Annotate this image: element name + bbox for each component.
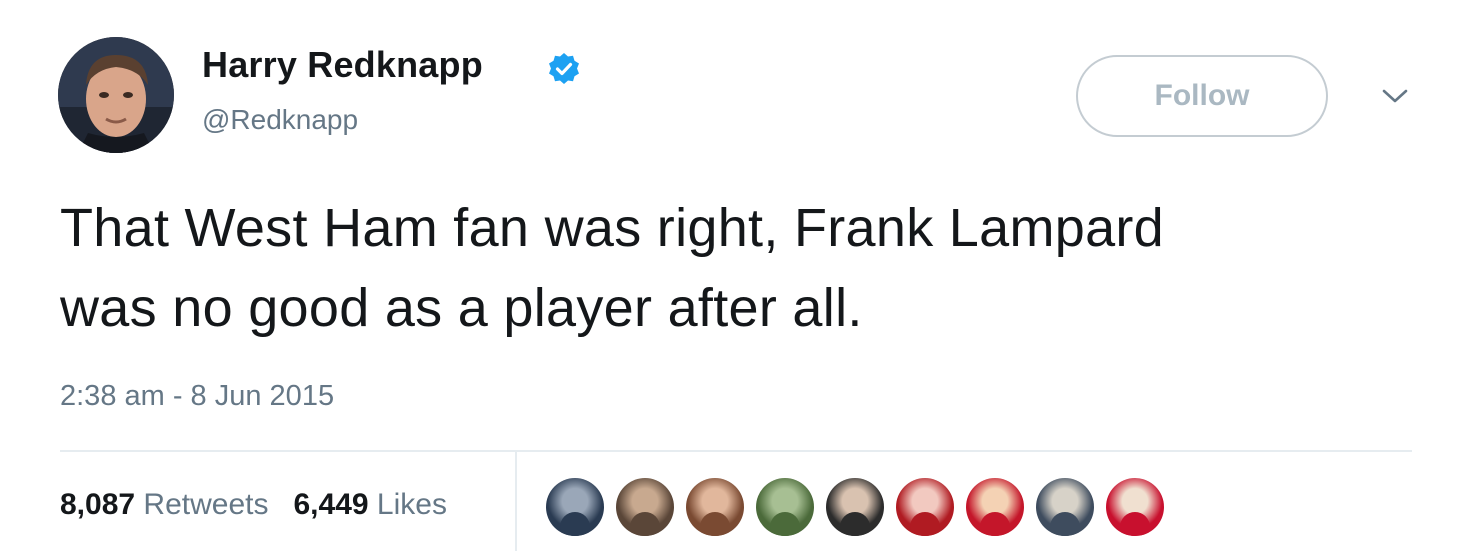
liker-avatar-shoulders (560, 512, 590, 536)
liker-avatar-shoulders (700, 512, 730, 536)
author-avatar[interactable] (58, 37, 174, 153)
liker-avatar-shoulders (1120, 512, 1150, 536)
liker-avatar-1[interactable] (546, 478, 604, 536)
divider (60, 450, 1412, 452)
follow-button[interactable]: Follow (1076, 55, 1328, 137)
retweets-stat[interactable]: 8,087 Retweets (60, 488, 277, 521)
liker-avatar-shoulders (1050, 512, 1080, 536)
tweet-text-line: was no good as a player after all. (60, 278, 863, 338)
chevron-down-icon[interactable] (1380, 84, 1410, 108)
liker-avatar-shoulders (840, 512, 870, 536)
liker-avatar-6[interactable] (896, 478, 954, 536)
liker-avatar-8[interactable] (1036, 478, 1094, 536)
likes-label: Likes (376, 488, 447, 521)
liker-avatar-5[interactable] (826, 478, 884, 536)
retweets-count: 8,087 (60, 488, 136, 521)
likes-count: 6,449 (293, 488, 369, 521)
tweet-stats: 8,087 Retweets 6,449 Likes (60, 488, 447, 522)
tweet-text: That West Ham fan was right, Frank Lampa… (60, 188, 1440, 348)
liker-avatar-9[interactable] (1106, 478, 1164, 536)
liker-avatar-shoulders (770, 512, 800, 536)
tweet-text-line: That West Ham fan was right, Frank Lampa… (60, 198, 1165, 258)
tweet-timestamp[interactable]: 2:38 am - 8 Jun 2015 (60, 380, 334, 413)
likes-stat[interactable]: 6,449 Likes (294, 488, 447, 521)
liker-avatar-shoulders (630, 512, 660, 536)
liker-avatar-2[interactable] (616, 478, 674, 536)
liker-avatar-7[interactable] (966, 478, 1024, 536)
liker-avatar-shoulders (980, 512, 1010, 536)
divider (515, 452, 517, 551)
liker-avatar-shoulders (910, 512, 940, 536)
liker-avatar-3[interactable] (686, 478, 744, 536)
verified-badge-icon (549, 53, 579, 84)
retweets-label: Retweets (143, 488, 269, 521)
liker-avatar-4[interactable] (756, 478, 814, 536)
author-name[interactable]: Harry Redknapp (202, 44, 483, 86)
author-handle[interactable]: @Redknapp (202, 104, 358, 136)
likers-avatars (546, 478, 1176, 538)
